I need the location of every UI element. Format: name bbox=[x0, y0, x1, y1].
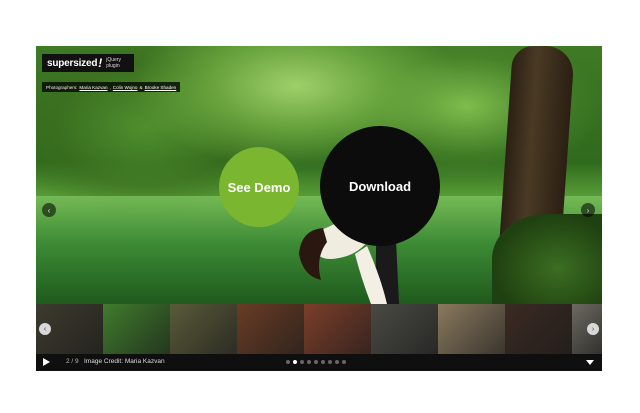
credits-prefix: Photographers: bbox=[46, 84, 78, 90]
see-demo-button[interactable]: See Demo bbox=[219, 147, 299, 227]
thumbs-prev-button[interactable]: ‹ bbox=[39, 323, 51, 335]
slideshow: supersized ! jQuery plugin Photographers… bbox=[36, 46, 602, 371]
pagination-dot[interactable] bbox=[321, 360, 325, 364]
logo-tagline: jQuery plugin bbox=[106, 57, 121, 69]
chevron-left-icon: ‹ bbox=[47, 205, 51, 215]
slide-counter: 2 / 9 bbox=[66, 358, 79, 365]
thumb-4[interactable] bbox=[237, 304, 304, 354]
pagination-dots bbox=[286, 360, 346, 364]
thumbnail-tray: ‹ › bbox=[36, 304, 602, 354]
logo-name: supersized bbox=[47, 57, 98, 69]
download-button[interactable]: Download bbox=[320, 126, 440, 246]
pagination-dot[interactable] bbox=[293, 360, 297, 364]
credit-link-1[interactable]: Maria Kazvan bbox=[79, 85, 107, 90]
chevron-left-icon: ‹ bbox=[43, 325, 47, 333]
next-slide-button[interactable]: › bbox=[581, 203, 595, 217]
photographer-credits: Photographers: Maria Kazvan, Colin Wojno… bbox=[42, 82, 181, 92]
play-icon[interactable] bbox=[43, 358, 50, 366]
credits-sep-1: , bbox=[109, 84, 111, 90]
credit-link-2[interactable]: Colin Wojno bbox=[113, 85, 138, 90]
thumb-6[interactable] bbox=[371, 304, 438, 354]
thumb-7[interactable] bbox=[438, 304, 505, 354]
pagination-dot[interactable] bbox=[335, 360, 339, 364]
pagination-dot[interactable] bbox=[342, 360, 346, 364]
foliage bbox=[492, 214, 602, 304]
thumb-3[interactable] bbox=[170, 304, 237, 354]
pagination-dot[interactable] bbox=[328, 360, 332, 364]
thumb-5[interactable] bbox=[304, 304, 371, 354]
chevron-right-icon: › bbox=[591, 325, 595, 333]
pagination-dot[interactable] bbox=[300, 360, 304, 364]
image-credit: Image Credit: Maria Kazvan bbox=[84, 358, 165, 365]
pagination-dot[interactable] bbox=[286, 360, 290, 364]
chevron-right-icon: › bbox=[586, 205, 590, 215]
thumbs-next-button[interactable]: › bbox=[587, 323, 599, 335]
tray-toggle-icon[interactable] bbox=[586, 360, 594, 365]
thumb-8[interactable] bbox=[505, 304, 572, 354]
credit-link-3[interactable]: Brooke Shaden bbox=[145, 85, 177, 90]
pagination-dot[interactable] bbox=[314, 360, 318, 364]
credits-sep-2: & bbox=[139, 84, 143, 90]
control-bar: 2 / 9 Image Credit: Maria Kazvan bbox=[36, 354, 602, 371]
logo[interactable]: supersized ! jQuery plugin bbox=[42, 54, 134, 72]
prev-slide-button[interactable]: ‹ bbox=[42, 203, 56, 217]
thumb-2[interactable] bbox=[103, 304, 170, 354]
pagination-dot[interactable] bbox=[307, 360, 311, 364]
logo-mark: ! bbox=[98, 56, 103, 70]
